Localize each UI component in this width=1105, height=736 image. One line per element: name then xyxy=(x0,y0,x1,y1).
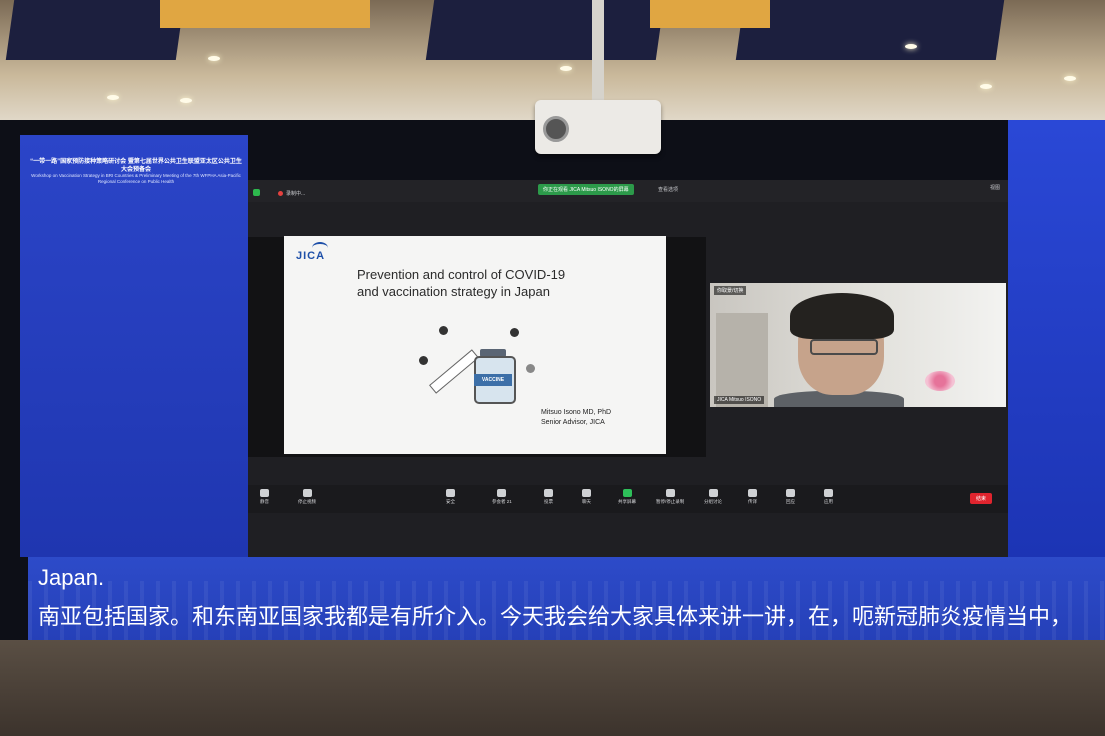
ceiling-beam xyxy=(160,0,370,28)
participant-video-tile[interactable]: 你取景/切换 JICA Mitsuo ISONO xyxy=(710,283,1006,407)
participants-button[interactable]: 参会者 21 xyxy=(492,489,512,505)
security-button[interactable]: 安全 xyxy=(446,489,455,505)
breakout-icon xyxy=(708,489,718,497)
author-name: Mitsuo Isono MD, PhD xyxy=(541,409,612,416)
virus-icon xyxy=(439,326,448,335)
author-title: Senior Advisor, JICA xyxy=(541,419,605,426)
syringe-icon xyxy=(429,349,479,394)
ceiling-light xyxy=(560,66,572,71)
end-meeting-button[interactable]: 结束 xyxy=(970,493,993,504)
pause-recording-label: 暂停/停止录制 xyxy=(656,499,685,504)
microphone-icon xyxy=(260,489,269,497)
share-screen-icon xyxy=(622,489,632,497)
video-door xyxy=(716,313,768,407)
slide-title-line2: and vaccination strategy in Japan xyxy=(357,284,550,299)
left-banner: “一带一路”国家预防接种策略研讨会 暨第七届世界公共卫生联盟亚太区公共卫生大会预… xyxy=(20,135,248,557)
jica-logo: JICA xyxy=(296,250,326,262)
participants-icon xyxy=(497,489,507,497)
share-screen-label: 共享屏幕 xyxy=(618,499,636,504)
ceiling-panel xyxy=(5,0,185,60)
subtitle-english: Japan. xyxy=(38,565,105,590)
virus-icon xyxy=(419,356,428,365)
view-button[interactable]: 视图 xyxy=(990,184,1000,191)
zoom-top-bar: 录制中... 你正在观看 JICA Mitsuo ISONO的屏幕 查看选项 视… xyxy=(248,180,1008,202)
ceiling-light xyxy=(1064,76,1076,81)
slide-title-line1: Prevention and control of COVID-19 xyxy=(357,267,566,282)
virus-icon xyxy=(526,364,535,373)
polls-label: 投票 xyxy=(544,499,553,504)
breakout-label: 分组讨论 xyxy=(704,499,722,504)
ceiling-light xyxy=(905,44,917,49)
ceiling-light xyxy=(208,56,220,61)
mute-button[interactable]: 静音 xyxy=(260,489,269,505)
participants-count: 21 xyxy=(506,499,512,504)
subtitle-band: Japan. 南亚包括国家。和东南亚国家我都是有所介入。今天我会给大家具体来讲一… xyxy=(28,557,1105,641)
vaccine-label: VACCINE xyxy=(474,374,512,386)
chat-label: 聊天 xyxy=(582,499,591,504)
share-screen-button[interactable]: 共享屏幕 xyxy=(618,489,636,505)
virus-icon xyxy=(510,328,519,337)
video-flowers xyxy=(925,371,955,391)
recording-indicator[interactable]: 录制中... xyxy=(278,190,305,197)
stop-video-label: 停止视频 xyxy=(298,499,316,504)
viewing-screen-chip[interactable]: 你正在观看 JICA Mitsuo ISONO的屏幕 xyxy=(538,184,634,195)
pause-recording-button[interactable]: 暂停/停止录制 xyxy=(656,489,684,505)
slide-author: Mitsuo Isono MD, PhD Senior Advisor, JIC… xyxy=(541,408,611,428)
right-banner xyxy=(1008,120,1105,562)
apps-icon xyxy=(824,489,833,497)
polls-button[interactable]: 投票 xyxy=(544,489,553,505)
record-icon xyxy=(665,489,675,497)
projector xyxy=(535,100,661,154)
recording-label: 录制中... xyxy=(286,191,306,197)
stop-video-button[interactable]: 停止视频 xyxy=(298,489,316,505)
shared-slide: JICA Prevention and control of COVID-19 … xyxy=(284,236,666,454)
ceiling-panel xyxy=(735,0,1005,60)
security-label: 安全 xyxy=(446,499,455,504)
reactions-button[interactable]: 回应 xyxy=(786,489,795,505)
banner-subtitle: Workshop on Vaccination Strategy in BRI … xyxy=(31,173,241,184)
view-options-dropdown[interactable]: 查看选项 xyxy=(658,186,678,193)
breakout-rooms-button[interactable]: 分组讨论 xyxy=(704,489,722,505)
ceiling-light xyxy=(180,98,192,103)
interpretation-button[interactable]: 传译 xyxy=(748,489,757,505)
subtitle-chinese: 南亚包括国家。和东南亚国家我都是有所介入。今天我会给大家具体来讲一讲，在，呃新冠… xyxy=(38,604,1073,629)
participant-name-label: JICA Mitsuo ISONO xyxy=(714,396,765,404)
ceiling-light xyxy=(107,95,119,100)
poll-icon xyxy=(544,489,553,497)
reactions-label: 回应 xyxy=(786,499,795,504)
apps-label: 应用 xyxy=(824,499,833,504)
video-top-label: 你取景/切换 xyxy=(714,286,747,295)
participants-label: 参会者 xyxy=(492,499,506,504)
mute-label: 静音 xyxy=(260,499,269,504)
speaker-glasses xyxy=(810,339,878,355)
ceiling-panel xyxy=(425,0,665,60)
banner-title: “一带一路”国家预防接种策略研讨会 暨第七届世界公共卫生联盟亚太区公共卫生大会预… xyxy=(30,159,242,173)
ceiling-beam xyxy=(650,0,770,28)
interpretation-icon xyxy=(748,489,757,497)
chat-button[interactable]: 聊天 xyxy=(582,489,591,505)
shield-icon xyxy=(446,489,455,497)
meeting-toolbar: 静音 停止视频 安全 参会者 21 投票 聊天 共享屏幕 暂停/停止录制 分组讨… xyxy=(248,485,1008,513)
chat-icon xyxy=(582,489,591,497)
ceiling-light xyxy=(980,84,992,89)
projector-pole xyxy=(592,0,604,100)
speaker-hair xyxy=(790,293,894,339)
zoom-window: 录制中... 你正在观看 JICA Mitsuo ISONO的屏幕 查看选项 视… xyxy=(248,180,1008,560)
slide-title: Prevention and control of COVID-19 and v… xyxy=(357,266,647,300)
reaction-icon xyxy=(786,489,795,497)
apps-button[interactable]: 应用 xyxy=(824,489,833,505)
floor xyxy=(0,640,1105,736)
security-shield-icon[interactable] xyxy=(253,189,260,196)
projector-lens xyxy=(543,116,569,142)
video-camera-icon xyxy=(302,489,312,497)
interpretation-label: 传译 xyxy=(748,499,757,504)
record-dot-icon xyxy=(278,191,283,197)
